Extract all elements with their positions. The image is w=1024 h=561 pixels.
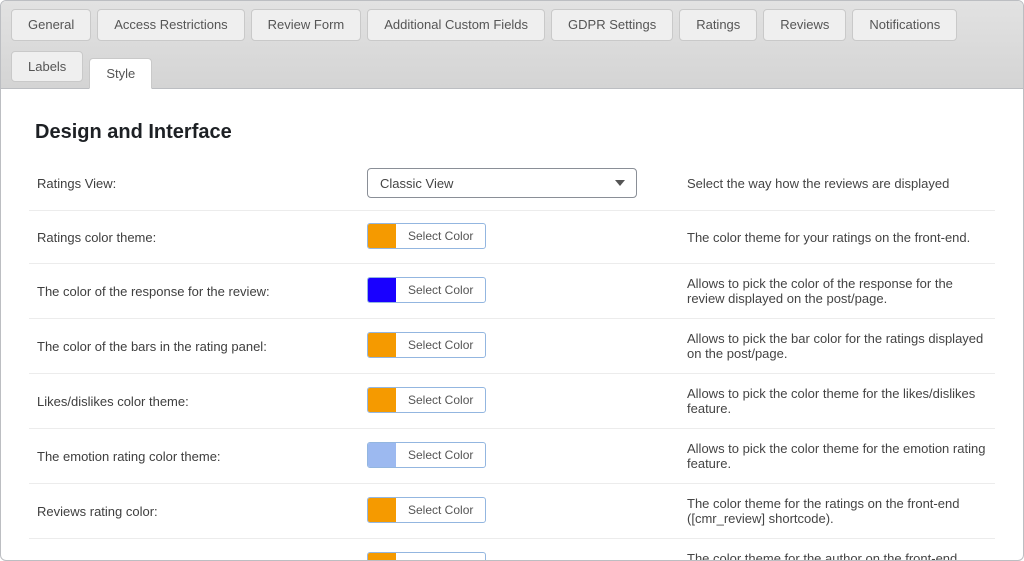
row-response-color: The color of the response for the review… — [29, 264, 995, 319]
select-color-label: Select Color — [396, 333, 485, 357]
reviews-author-color-picker[interactable]: Select Color — [367, 552, 486, 561]
bars-color-picker[interactable]: Select Color — [367, 332, 486, 358]
tab-reviews[interactable]: Reviews — [763, 9, 846, 41]
label-response-color: The color of the response for the review… — [29, 264, 359, 319]
color-swatch — [368, 388, 396, 412]
tab-general[interactable]: General — [11, 9, 91, 41]
reviews-rating-color-picker[interactable]: Select Color — [367, 497, 486, 523]
desc-ratings-color-theme: The color theme for your ratings on the … — [679, 211, 995, 264]
color-swatch — [368, 224, 396, 248]
tab-access-restrictions[interactable]: Access Restrictions — [97, 9, 244, 41]
tab-content-style: Design and Interface Ratings View: Class… — [1, 89, 1023, 561]
tab-ratings[interactable]: Ratings — [679, 9, 757, 41]
label-emotion-color: The emotion rating color theme: — [29, 429, 359, 484]
row-bars-color: The color of the bars in the rating pane… — [29, 319, 995, 374]
tab-bar: General Access Restrictions Review Form … — [1, 1, 1023, 89]
response-color-picker[interactable]: Select Color — [367, 277, 486, 303]
select-color-label: Select Color — [396, 498, 485, 522]
section-title: Design and Interface — [35, 121, 995, 144]
row-reviews-rating-color: Reviews rating color: Select Color The c… — [29, 484, 995, 539]
label-likes-color: Likes/dislikes color theme: — [29, 374, 359, 429]
desc-emotion-color: Allows to pick the color theme for the e… — [679, 429, 995, 484]
select-color-label: Select Color — [396, 224, 485, 248]
select-color-label: Select Color — [396, 443, 485, 467]
color-swatch — [368, 553, 396, 561]
select-color-label: Select Color — [396, 278, 485, 302]
desc-response-color: Allows to pick the color of the response… — [679, 264, 995, 319]
color-swatch — [368, 333, 396, 357]
color-swatch — [368, 278, 396, 302]
select-color-label: Select Color — [396, 388, 485, 412]
tab-gdpr-settings[interactable]: GDPR Settings — [551, 9, 673, 41]
label-reviews-author-color: Reviews author color: — [29, 539, 359, 561]
tab-notifications[interactable]: Notifications — [852, 9, 957, 41]
row-reviews-author-color: Reviews author color: Select Color The c… — [29, 539, 995, 561]
label-ratings-view: Ratings View: — [29, 162, 359, 211]
emotion-color-picker[interactable]: Select Color — [367, 442, 486, 468]
desc-likes-color: Allows to pick the color theme for the l… — [679, 374, 995, 429]
ratings-color-theme-picker[interactable]: Select Color — [367, 223, 486, 249]
label-ratings-color-theme: Ratings color theme: — [29, 211, 359, 264]
row-ratings-view: Ratings View: Classic View Select the wa… — [29, 162, 995, 211]
label-reviews-rating-color: Reviews rating color: — [29, 484, 359, 539]
desc-ratings-view: Select the way how the reviews are displ… — [679, 162, 995, 211]
color-swatch — [368, 443, 396, 467]
desc-reviews-rating-color: The color theme for the ratings on the f… — [679, 484, 995, 539]
desc-bars-color: Allows to pick the bar color for the rat… — [679, 319, 995, 374]
tab-review-form[interactable]: Review Form — [251, 9, 362, 41]
row-emotion-color: The emotion rating color theme: Select C… — [29, 429, 995, 484]
row-ratings-color-theme: Ratings color theme: Select Color The co… — [29, 211, 995, 264]
tab-style[interactable]: Style — [89, 58, 152, 90]
tab-labels[interactable]: Labels — [11, 51, 83, 83]
settings-panel: General Access Restrictions Review Form … — [0, 0, 1024, 561]
row-likes-color: Likes/dislikes color theme: Select Color… — [29, 374, 995, 429]
color-swatch — [368, 498, 396, 522]
label-bars-color: The color of the bars in the rating pane… — [29, 319, 359, 374]
select-color-label: Select Color — [396, 553, 485, 561]
tab-additional-custom-fields[interactable]: Additional Custom Fields — [367, 9, 545, 41]
likes-color-picker[interactable]: Select Color — [367, 387, 486, 413]
ratings-view-select[interactable]: Classic View — [367, 168, 637, 198]
settings-form: Ratings View: Classic View Select the wa… — [29, 162, 995, 561]
desc-reviews-author-color: The color theme for the author on the fr… — [679, 539, 995, 561]
